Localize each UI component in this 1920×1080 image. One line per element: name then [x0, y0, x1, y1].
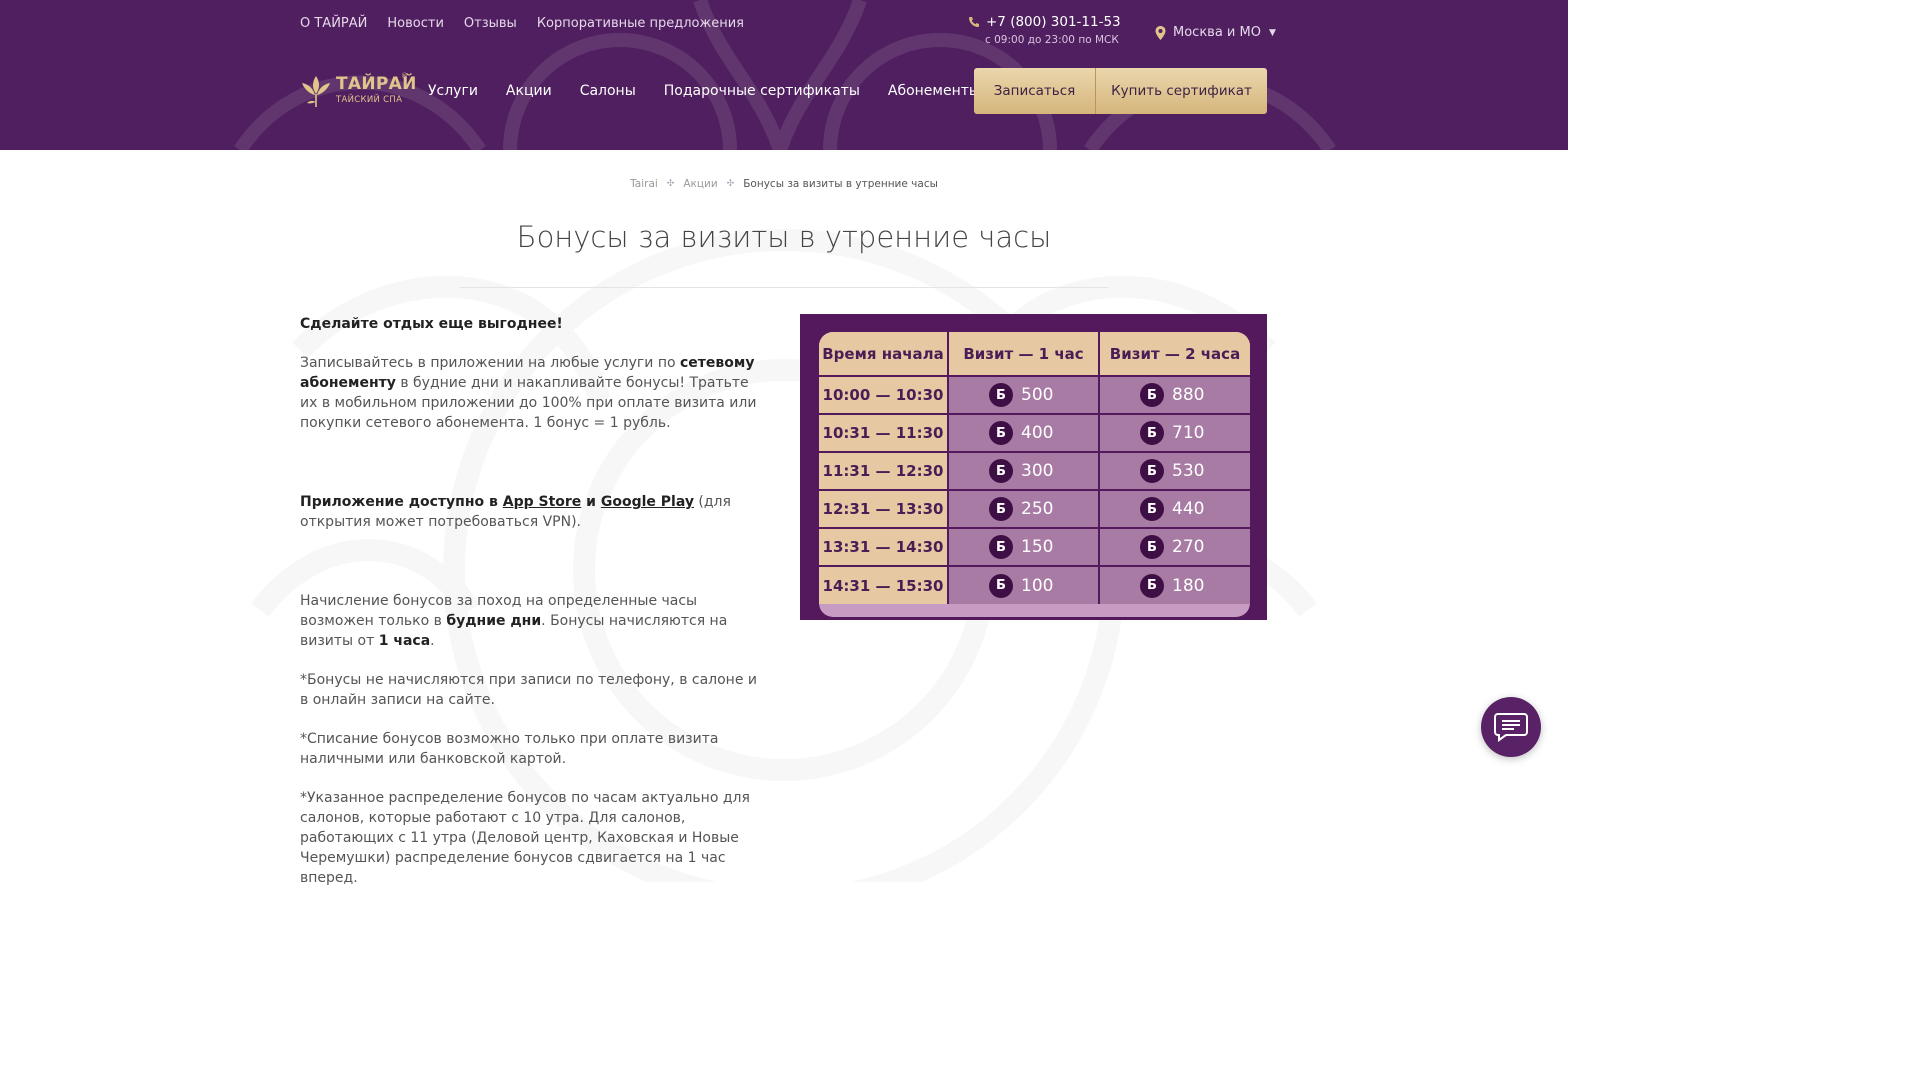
- top-nav-about[interactable]: О ТАЙРАЙ: [300, 16, 367, 31]
- main-nav-subscriptions[interactable]: Абонементы: [888, 83, 980, 99]
- top-nav-reviews[interactable]: Отзывы: [464, 16, 517, 31]
- phone-icon: [969, 17, 979, 27]
- logo[interactable]: ТАЙРАЙ ТАЙСКИЙ СПА ®: [300, 72, 417, 108]
- location-pin-icon: [1155, 25, 1166, 40]
- bonus-time: 10:31 — 11:30: [819, 413, 949, 452]
- breadcrumb-promotions[interactable]: Акции: [683, 178, 717, 190]
- bonus-coin-icon: Б: [989, 573, 1013, 598]
- bonus-coin-icon: Б: [1140, 421, 1164, 445]
- logo-registered-mark: ®: [401, 72, 408, 80]
- bonus-table-row: 13:31 — 14:30 Б 150 Б 270: [819, 527, 1250, 566]
- bonus-table: Время начала Визит — 1 час Визит — 2 час…: [819, 332, 1250, 604]
- bonus-coin-icon: Б: [1140, 497, 1164, 521]
- top-nav-corporate[interactable]: Корпоративные предложения: [537, 16, 744, 31]
- bonus-time: 13:31 — 14:30: [819, 527, 949, 566]
- bonus-table-header-row: Время начала Визит — 1 час Визит — 2 час…: [819, 332, 1250, 376]
- buy-certificate-button[interactable]: Купить сертификат: [1095, 68, 1267, 114]
- logo-subtitle: ТАЙСКИЙ СПА: [336, 94, 403, 105]
- bonus-1h-value: 100: [1021, 575, 1054, 596]
- app-store-link[interactable]: App Store: [503, 494, 582, 510]
- promo-description: Сделайте отдых еще выгоднее! Записывайте…: [300, 314, 762, 888]
- bonus-1h-value: 500: [1021, 385, 1054, 405]
- bonus-1h-value: 150: [1021, 537, 1054, 557]
- chevron-down-icon: ▼: [1268, 27, 1276, 38]
- bonus-table-row: 10:31 — 11:30 Б 400 Б 710: [819, 413, 1250, 452]
- bonus-2h-value: 530: [1172, 461, 1205, 481]
- top-nav: О ТАЙРАЙ Новости Отзывы Корпоративные пр…: [300, 16, 744, 31]
- bonus-time: 11:31 — 12:30: [819, 451, 949, 490]
- bonus-coin-icon: Б: [1140, 459, 1164, 483]
- contact-block: +7 (800) 301-11-53 с 09:00 до 23:00 по М…: [968, 14, 1121, 46]
- promo-paragraph-app-booking: Записывайтесь в приложении на любые услу…: [300, 355, 757, 431]
- chat-icon: [1494, 713, 1528, 742]
- bonus-table-image: Время начала Визит — 1 час Визит — 2 час…: [800, 314, 1267, 620]
- bonus-1h-value: 300: [1021, 461, 1054, 481]
- breadcrumb-separator-icon: ✣: [666, 179, 675, 189]
- bonus-2h-value: 880: [1172, 385, 1205, 405]
- bonus-2h-value: 180: [1172, 575, 1205, 596]
- promo-lead: Сделайте отдых еще выгоднее!: [300, 316, 563, 332]
- bonus-table-row: 14:31 — 15:30 Б 100 Б 180: [819, 565, 1250, 604]
- header-ornament: [234, 0, 1336, 150]
- phone-link[interactable]: +7 (800) 301-11-53: [968, 14, 1121, 30]
- bonus-coin-icon: Б: [1140, 573, 1164, 598]
- bonus-2h-value: 710: [1172, 423, 1205, 443]
- promo-paragraph-app-availability: Приложение доступно в App Store и Google…: [300, 494, 731, 530]
- site-header: О ТАЙРАЙ Новости Отзывы Корпоративные пр…: [0, 0, 1568, 150]
- bonus-coin-icon: Б: [989, 421, 1013, 445]
- bonus-2h-value: 440: [1172, 499, 1205, 519]
- chat-button[interactable]: [1481, 697, 1541, 757]
- main-nav-promotions[interactable]: Акции: [506, 83, 552, 99]
- bonus-header-2-hours: Визит — 2 часа: [1099, 332, 1250, 376]
- bonus-coin-icon: Б: [989, 535, 1013, 559]
- main-nav-gift-certificates[interactable]: Подарочные сертификаты: [664, 83, 860, 99]
- google-play-link[interactable]: Google Play: [601, 494, 694, 510]
- bonus-header-1-hour: Визит — 1 час: [948, 332, 1100, 376]
- breadcrumb-separator-icon: ✣: [726, 179, 735, 189]
- promo-paragraph-accrual: Начисление бонусов за поход на определен…: [300, 593, 728, 649]
- working-hours: с 09:00 до 23:00 по МСК: [985, 34, 1119, 46]
- bonus-coin-icon: Б: [989, 497, 1013, 521]
- title-divider: [460, 287, 1108, 288]
- main-nav-salons[interactable]: Салоны: [580, 83, 636, 99]
- top-nav-news[interactable]: Новости: [387, 16, 444, 31]
- bonus-header-start-time: Время начала: [819, 332, 949, 376]
- main-nav-services[interactable]: Услуги: [428, 83, 478, 99]
- bonus-time: 12:31 — 13:30: [819, 489, 949, 528]
- bonus-2h-value: 270: [1172, 537, 1205, 557]
- bonus-coin-icon: Б: [1140, 383, 1164, 407]
- city-label: Москва и МО: [1173, 25, 1261, 40]
- phone-number: +7 (800) 301-11-53: [986, 14, 1121, 30]
- bonus-1h-value: 400: [1021, 423, 1054, 443]
- bonus-1h-value: 250: [1021, 499, 1054, 519]
- logo-text: ТАЙРАЙ ТАЙСКИЙ СПА: [336, 75, 417, 105]
- bonus-table-panel: Время начала Визит — 1 час Визит — 2 час…: [819, 332, 1250, 617]
- promo-note-phone-booking: *Бонусы не начисляются при записи по тел…: [300, 672, 757, 708]
- bonus-time: 10:00 — 10:30: [819, 375, 949, 414]
- background-ornament: [251, 229, 1317, 882]
- cta-group: Записаться Купить сертификат: [974, 68, 1267, 114]
- book-button[interactable]: Записаться: [974, 68, 1095, 114]
- logo-lotus-icon: [302, 76, 330, 107]
- bonus-table-row: 12:31 — 13:30 Б 250 Б 440: [819, 489, 1250, 528]
- bonus-time: 14:31 — 15:30: [819, 565, 949, 604]
- city-selector[interactable]: Москва и МО ▼: [1155, 25, 1276, 40]
- bonus-table-row: 10:00 — 10:30 Б 500 Б 880: [819, 375, 1250, 414]
- bonus-coin-icon: Б: [989, 459, 1013, 483]
- breadcrumb-home[interactable]: Tairai: [630, 178, 658, 190]
- page-title: Бонусы за визиты в утренние часы: [516, 220, 1052, 254]
- breadcrumb: Tairai ✣ Акции ✣ Бонусы за визиты в утре…: [0, 178, 1568, 190]
- promo-note-payment: *Списание бонусов возможно только при оп…: [300, 731, 719, 767]
- promo-note-schedule-shift: *Указанное распределение бонусов по часа…: [300, 790, 750, 886]
- bonus-table-row: 11:31 — 12:30 Б 300 Б 530: [819, 451, 1250, 490]
- breadcrumb-current: Бонусы за визиты в утренние часы: [743, 178, 938, 190]
- bonus-coin-icon: Б: [1140, 535, 1164, 559]
- main-nav: Услуги Акции Салоны Подарочные сертифика…: [428, 83, 980, 99]
- bonus-coin-icon: Б: [989, 383, 1013, 407]
